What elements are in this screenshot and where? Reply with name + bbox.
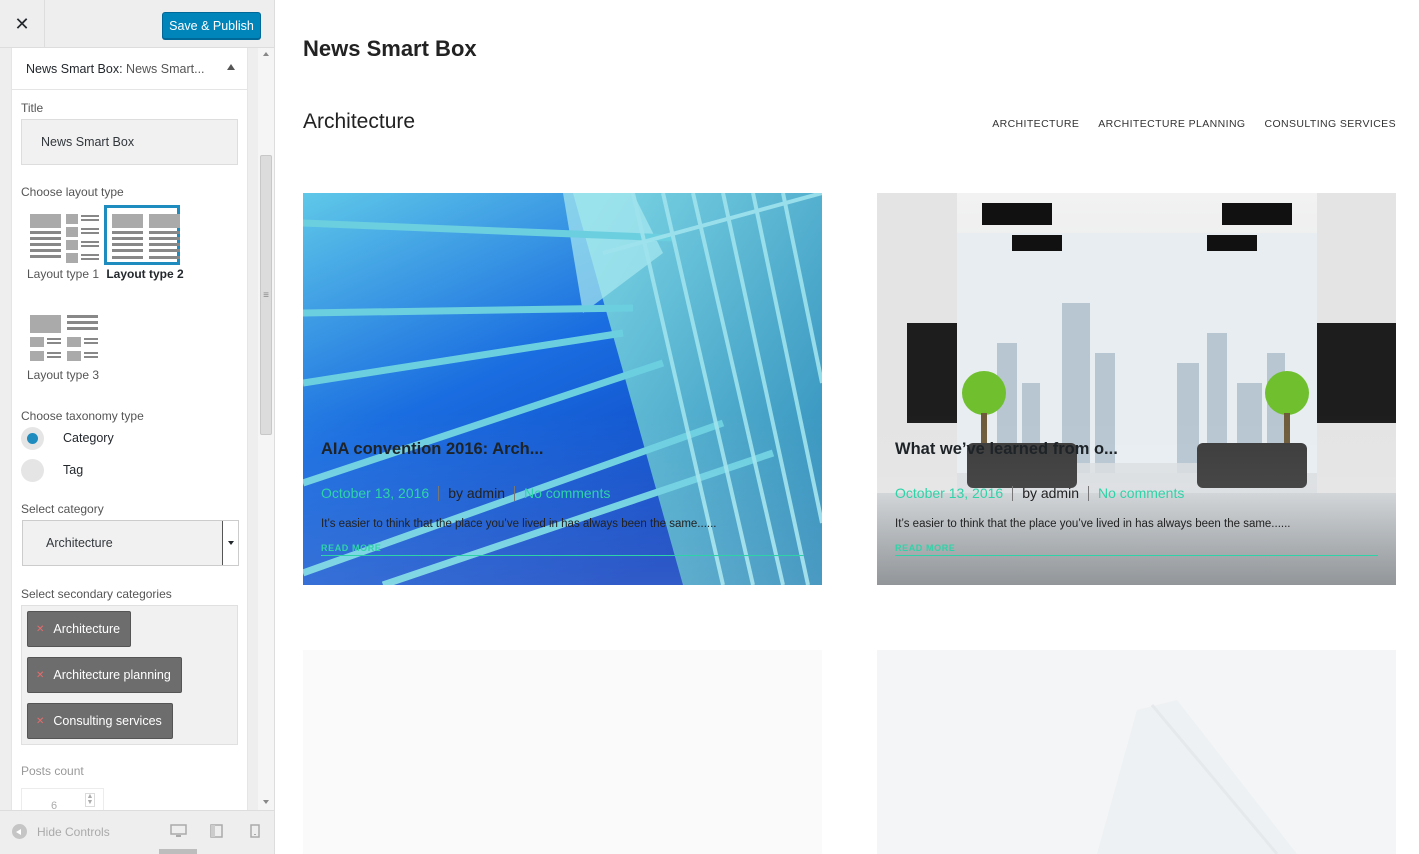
collapse-arrow-icon[interactable] [227, 64, 235, 70]
taxonomy-tag-radio[interactable]: Tag [21, 458, 83, 482]
layout-3-caption: Layout type 3 [26, 368, 100, 382]
post-card[interactable]: What we’ve learned from o... October 13,… [877, 193, 1396, 585]
post-date[interactable]: October 13, 2016 [895, 485, 1003, 501]
tablet-preview-icon[interactable] [210, 824, 223, 843]
card-divider [321, 555, 804, 556]
customizer-header: ✕ Save & Publish [0, 0, 274, 48]
post-date[interactable]: October 13, 2016 [321, 485, 429, 501]
layout-2-caption: Layout type 2 [106, 267, 184, 281]
post-title[interactable]: What we’ve learned from o... [895, 440, 1118, 459]
widget-title: News Smart Box: [26, 62, 123, 76]
customizer-sidebar: ✕ Save & Publish News Smart Box: News Sm… [0, 0, 275, 854]
tag-label: Consulting services [53, 714, 162, 728]
category-select-value: Architecture [46, 536, 113, 550]
nav-link-architecture[interactable]: ARCHITECTURE [992, 118, 1079, 130]
tag-label: Architecture [53, 622, 121, 636]
resize-grip[interactable] [159, 849, 197, 854]
secondary-tag-architecture-planning[interactable]: ✕ Architecture planning [27, 657, 182, 693]
block-title: Architecture [303, 110, 416, 133]
meta-divider [514, 485, 515, 501]
posts-count-input[interactable]: 6 ▲ ▼ [21, 788, 104, 810]
layout-option-1[interactable]: Layout type 1 [22, 205, 104, 281]
remove-tag-icon[interactable]: ✕ [36, 670, 44, 681]
site-preview: News Smart Box Architecture ARCHITECTURE… [276, 0, 1419, 854]
taxonomy-label: Choose taxonomy type [21, 409, 144, 423]
hide-controls-label: Hide Controls [37, 824, 110, 839]
post-comments[interactable]: No comments [1098, 485, 1184, 501]
close-icon[interactable]: ✕ [0, 0, 45, 48]
secondary-categories-box[interactable]: ✕ Architecture ✕ Architecture planning ✕… [21, 605, 238, 745]
read-more-link[interactable]: READ MORE [895, 543, 955, 553]
layout-option-3[interactable]: Layout type 3 [22, 306, 104, 382]
dropdown-arrow-icon[interactable] [222, 521, 238, 565]
post-meta: October 13, 2016 by admin No comments [321, 485, 610, 501]
faded-post-image [877, 650, 1396, 854]
post-excerpt: It’s easier to think that the place you’… [895, 518, 1291, 530]
read-more-link[interactable]: READ MORE [321, 543, 381, 553]
widget-subtitle: News Smart... [126, 62, 205, 76]
radio-checked-icon[interactable] [21, 426, 44, 450]
category-nav: ARCHITECTURE ARCHITECTURE PLANNING CONSU… [992, 118, 1396, 130]
save-publish-button[interactable]: Save & Publish [162, 12, 261, 39]
remove-tag-icon[interactable]: ✕ [36, 716, 44, 727]
title-input[interactable] [21, 119, 238, 165]
scroll-up-icon[interactable] [263, 52, 269, 56]
hide-controls-button[interactable]: Hide Controls [12, 824, 110, 839]
meta-divider [1012, 485, 1014, 501]
taxonomy-category-radio[interactable]: Category [21, 426, 114, 450]
widget-header[interactable]: News Smart Box: News Smart... [12, 48, 247, 90]
taxonomy-tag-label: Tag [63, 463, 84, 477]
post-excerpt: It’s easier to think that the place you’… [321, 518, 717, 530]
post-card[interactable]: AIA convention 2016: Arch... October 13,… [303, 193, 822, 585]
radio-unchecked-icon[interactable] [21, 458, 44, 482]
meta-divider [438, 485, 440, 501]
secondary-categories-label: Select secondary categories [21, 587, 172, 601]
preview-widget-title: News Smart Box [303, 36, 477, 61]
layout-option-2[interactable]: Layout type 2 [104, 205, 186, 281]
posts-count-label: Posts count [21, 764, 84, 778]
remove-tag-icon[interactable]: ✕ [36, 624, 44, 635]
taxonomy-category-label: Category [63, 431, 114, 445]
sidebar-scrollbar[interactable] [258, 48, 274, 810]
category-select[interactable]: Architecture [22, 520, 239, 566]
customizer-footer: Hide Controls [0, 810, 274, 854]
posts-count-value: 6 [51, 800, 58, 810]
tag-label: Architecture planning [53, 668, 171, 682]
collapse-sidebar-icon [12, 824, 27, 839]
post-author[interactable]: by admin [448, 485, 505, 501]
layout-2-icon [104, 205, 180, 265]
title-label: Title [21, 101, 44, 115]
category-label: Select category [21, 502, 104, 516]
secondary-tag-architecture[interactable]: ✕ Architecture [27, 611, 132, 647]
post-comments[interactable]: No comments [524, 485, 610, 501]
widget-panel: News Smart Box: News Smart... Title Choo… [11, 48, 248, 810]
layout-1-icon [22, 205, 99, 266]
scrollbar-thumb[interactable] [260, 155, 272, 435]
post-title[interactable]: AIA convention 2016: Arch... [321, 440, 544, 459]
layout-3-icon [22, 306, 98, 366]
post-card-placeholder [303, 650, 822, 854]
secondary-tag-consulting-services[interactable]: ✕ Consulting services [27, 703, 173, 739]
card-divider [895, 555, 1378, 556]
layout-1-caption: Layout type 1 [26, 267, 100, 281]
post-card-placeholder [877, 650, 1396, 854]
nav-link-architecture-planning[interactable]: ARCHITECTURE PLANNING [1098, 118, 1245, 130]
meta-divider [1088, 485, 1089, 501]
layout-label: Choose layout type [21, 185, 124, 199]
stepper-icon[interactable]: ▲ ▼ [85, 793, 95, 807]
mobile-preview-icon[interactable] [250, 824, 260, 843]
post-meta: October 13, 2016 by admin No comments [895, 485, 1184, 501]
scroll-down-icon[interactable] [263, 800, 269, 804]
post-author[interactable]: by admin [1022, 485, 1079, 501]
desktop-preview-icon[interactable] [170, 824, 187, 843]
nav-link-consulting-services[interactable]: CONSULTING SERVICES [1265, 118, 1397, 130]
